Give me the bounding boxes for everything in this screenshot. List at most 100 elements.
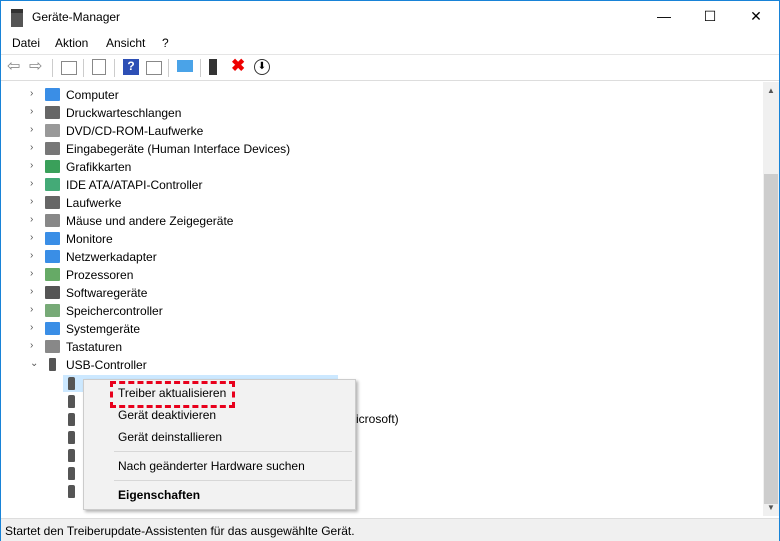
tree-item[interactable]: › Tastaturen	[1, 338, 701, 356]
tree-item-label: Speichercontroller	[66, 304, 163, 318]
usb-device-label-partial: icrosoft)	[356, 412, 399, 426]
chevron-right-icon[interactable]: ›	[30, 124, 33, 135]
chevron-right-icon[interactable]: ›	[30, 214, 33, 225]
menu-datei[interactable]: Datei	[12, 36, 40, 50]
menu-help[interactable]: ?	[162, 36, 169, 50]
chevron-right-icon[interactable]: ›	[30, 160, 33, 171]
toolbar-separator	[200, 59, 201, 77]
chevron-right-icon[interactable]: ›	[30, 340, 33, 351]
usb-device-icon[interactable]	[68, 395, 75, 408]
device-category-icon	[45, 268, 60, 281]
forward-arrow-icon[interactable]: ⇨	[29, 56, 45, 75]
tree-item-label: Prozessoren	[66, 268, 134, 282]
device-category-icon	[45, 214, 60, 227]
help-icon[interactable]: ?	[123, 59, 139, 75]
tree-item[interactable]: › IDE ATA/ATAPI-Controller	[1, 176, 701, 194]
tree-item[interactable]: › Computer	[1, 86, 701, 104]
chevron-right-icon[interactable]: ›	[30, 142, 33, 153]
menu-item-scan-hardware[interactable]: Nach geänderter Hardware suchen	[118, 459, 305, 473]
tree-item[interactable]: › Eingabegeräte (Human Interface Devices)	[1, 140, 701, 158]
device-category-icon	[45, 124, 60, 137]
scroll-up-icon[interactable]: ▲	[767, 86, 775, 95]
tree-item[interactable]: › DVD/CD-ROM-Laufwerke	[1, 122, 701, 140]
chevron-right-icon[interactable]: ›	[30, 88, 33, 99]
tree-item-label: Softwaregeräte	[66, 286, 148, 300]
tree-item-label: USB-Controller	[66, 358, 147, 372]
tree-item[interactable]: › Grafikkarten	[1, 158, 701, 176]
scrollbar-thumb[interactable]	[764, 174, 778, 504]
chevron-right-icon[interactable]: ›	[30, 178, 33, 189]
device-category-icon	[49, 358, 56, 371]
usb-device-icon[interactable]	[68, 467, 75, 480]
usb-device-icon[interactable]	[68, 449, 75, 462]
tree-item-label: IDE ATA/ATAPI-Controller	[66, 178, 203, 192]
disable-device-icon[interactable]: ⬇	[254, 59, 270, 75]
chevron-right-icon[interactable]: ›	[30, 250, 33, 261]
menu-bar: Datei Aktion Ansicht ?	[1, 33, 779, 55]
menu-ansicht[interactable]: Ansicht	[106, 36, 145, 50]
menu-item-update-driver[interactable]: Treiber aktualisieren	[118, 386, 226, 400]
menu-item-uninstall-device[interactable]: Gerät deinstallieren	[118, 430, 222, 444]
tree-item-label: DVD/CD-ROM-Laufwerke	[66, 124, 204, 138]
usb-device-icon[interactable]	[68, 485, 75, 498]
scan-hardware-icon[interactable]	[177, 60, 193, 72]
chevron-right-icon[interactable]: ›	[30, 268, 33, 279]
device-category-icon	[45, 88, 60, 101]
menu-separator	[114, 480, 352, 481]
back-arrow-icon[interactable]: ⇦	[7, 56, 23, 75]
toolbar-separator	[52, 59, 53, 77]
uninstall-x-icon[interactable]: ✖	[231, 56, 247, 75]
device-category-icon	[45, 340, 60, 353]
tree-item[interactable]: › Netzwerkadapter	[1, 248, 701, 266]
tree-item[interactable]: › Speichercontroller	[1, 302, 701, 320]
device-category-icon	[45, 160, 60, 173]
minimize-button[interactable]: —	[641, 1, 687, 32]
tree-item[interactable]: › Druckwarteschlangen	[1, 104, 701, 122]
device-category-icon	[45, 322, 60, 335]
tree-item-label: Systemgeräte	[66, 322, 141, 336]
usb-device-icon[interactable]	[68, 377, 75, 390]
action-pane-icon[interactable]	[146, 61, 162, 75]
chevron-right-icon[interactable]: ›	[30, 196, 33, 207]
device-category-icon	[45, 286, 60, 299]
tree-item-label: Netzwerkadapter	[66, 250, 157, 264]
tree-item[interactable]: › Mäuse und andere Zeigegeräte	[1, 212, 701, 230]
tree-item[interactable]: › Prozessoren	[1, 266, 701, 284]
tree-item-label: Computer	[66, 88, 119, 102]
chevron-right-icon[interactable]: ›	[30, 232, 33, 243]
scroll-down-icon[interactable]: ▼	[767, 503, 775, 512]
tree-item-label: Grafikkarten	[66, 160, 132, 174]
title-bar: Geräte-Manager — ☐ ✕	[1, 1, 779, 32]
chevron-right-icon[interactable]: ›	[30, 304, 33, 315]
close-button[interactable]: ✕	[733, 1, 779, 32]
update-driver-icon[interactable]	[209, 59, 217, 75]
chevron-right-icon[interactable]: ›	[30, 286, 33, 297]
tree-item[interactable]: ⌄ USB-Controller	[1, 356, 701, 374]
usb-device-icon[interactable]	[68, 413, 75, 426]
menu-item-disable-device[interactable]: Gerät deaktivieren	[118, 408, 216, 422]
window-title: Geräte-Manager	[32, 10, 121, 24]
tree-item[interactable]: › Softwaregeräte	[1, 284, 701, 302]
menu-item-properties[interactable]: Eigenschaften	[118, 488, 200, 502]
tree-item[interactable]: › Systemgeräte	[1, 320, 701, 338]
tree-item[interactable]: › Laufwerke	[1, 194, 701, 212]
vertical-scrollbar[interactable]: ▲ ▼	[763, 82, 779, 516]
menu-aktion[interactable]: Aktion	[55, 36, 88, 50]
tree-item-label: Mäuse und andere Zeigegeräte	[66, 214, 234, 228]
chevron-right-icon[interactable]: ›	[30, 106, 33, 117]
properties-icon[interactable]	[92, 59, 106, 75]
device-category-icon	[45, 304, 60, 317]
tree-item-label: Druckwarteschlangen	[66, 106, 182, 120]
device-category-icon	[45, 196, 60, 209]
tree-item-label: Laufwerke	[66, 196, 122, 210]
tree-item[interactable]: › Monitore	[1, 230, 701, 248]
tree-item-label: Eingabegeräte (Human Interface Devices)	[66, 142, 291, 156]
usb-device-icon[interactable]	[68, 431, 75, 444]
tree-item-label: Monitore	[66, 232, 113, 246]
device-category-icon	[45, 250, 60, 263]
menu-separator	[114, 451, 352, 452]
console-tree-icon[interactable]	[61, 61, 77, 75]
chevron-down-icon[interactable]: ⌄	[30, 358, 38, 369]
maximize-button[interactable]: ☐	[687, 1, 733, 32]
chevron-right-icon[interactable]: ›	[30, 322, 33, 333]
